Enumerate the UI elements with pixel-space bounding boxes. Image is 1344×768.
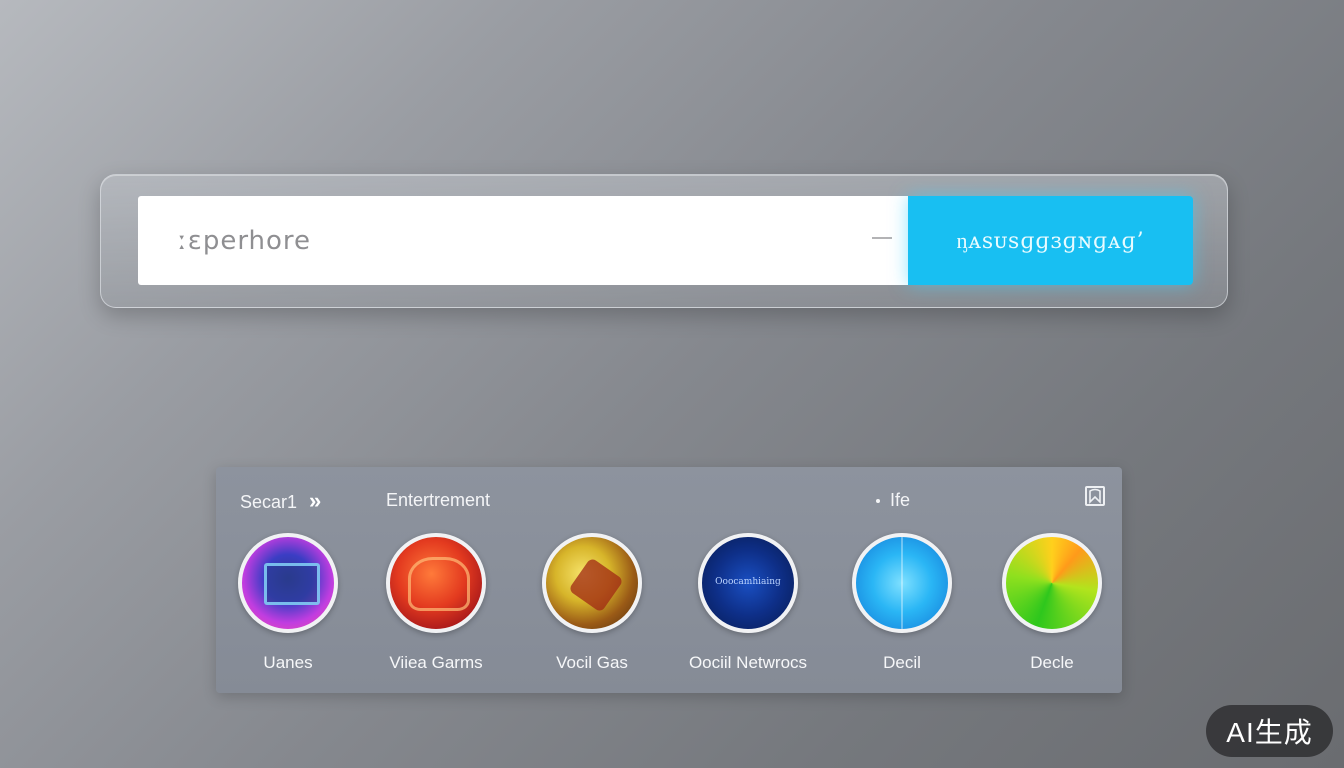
search-button-label: ᶇᴀsᴜsɡɡɜɡɴɡᴀɡ’ <box>956 228 1145 254</box>
category-decil[interactable]: Decil <box>832 533 972 683</box>
search-input[interactable]: ːɛperhore <box>138 196 908 285</box>
clear-icon[interactable] <box>872 237 892 239</box>
tab-search-label: Secar1 <box>240 491 298 512</box>
social-network-icon: Ooocamhiaing <box>698 533 798 633</box>
category-label: Decil <box>883 653 921 672</box>
ai-generated-badge: AI生成 <box>1206 705 1333 757</box>
category-label: Viiea Garms <box>389 653 483 672</box>
category-label: Uanes <box>263 653 313 672</box>
category-games[interactable]: Uanes <box>218 533 358 683</box>
tab-search[interactable]: Secar1 » <box>240 488 322 515</box>
category-label: Vocil Gas <box>556 653 628 672</box>
bullet-icon <box>876 499 880 504</box>
blue-pattern-icon <box>852 533 952 633</box>
category-label: Oociil Netwrocs <box>688 653 808 672</box>
tab-life[interactable]: Ife <box>876 490 910 511</box>
chevron-right-icon[interactable]: » <box>309 488 322 514</box>
category-panel: Secar1 » Entertrement Ife Uanes Viiea Ga… <box>216 467 1122 693</box>
social-network-icon-text: Ooocamhiaing <box>715 577 781 587</box>
category-video-games[interactable]: Viiea Garms <box>366 533 506 683</box>
bookmark-icon[interactable] <box>1085 486 1105 506</box>
panel-header: Secar1 » Entertrement Ife <box>216 467 1122 527</box>
category-decle[interactable]: Decle <box>982 533 1122 683</box>
search-bar-container: ːɛperhore ᶇᴀsᴜsɡɡɜɡɴɡᴀɡ’ <box>100 174 1228 308</box>
tab-entertainment[interactable]: Entertrement <box>386 490 490 511</box>
video-game-icon <box>386 533 486 633</box>
search-input-text[interactable]: ːɛperhore <box>178 226 311 256</box>
category-social-networks[interactable]: Ooocamhiaing Oociil Netwrocs <box>678 533 818 683</box>
search-button[interactable]: ᶇᴀsᴜsɡɡɜɡɴɡᴀɡ’ <box>908 196 1193 285</box>
category-label: Decle <box>1030 653 1074 672</box>
green-gem-icon <box>1002 533 1102 633</box>
category-vocal-gas[interactable]: Vocil Gas <box>522 533 662 683</box>
gradient-screen-icon <box>238 533 338 633</box>
artwork-icon <box>542 533 642 633</box>
tab-life-label: Ife <box>890 490 911 510</box>
